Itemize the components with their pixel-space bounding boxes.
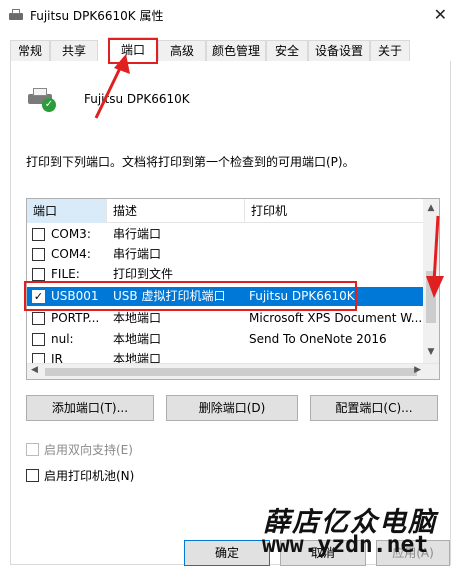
bidirectional-label: 启用双向支持(E)	[44, 443, 133, 457]
table-row[interactable]: FILE: 打印到文件	[27, 265, 425, 284]
vertical-scrollbar[interactable]: ▲ ▼	[423, 199, 439, 363]
port-checkbox[interactable]	[32, 333, 45, 346]
scroll-thumb-horizontal[interactable]	[45, 368, 417, 376]
scroll-right-icon[interactable]: ▶	[414, 365, 421, 375]
port-checkbox[interactable]	[32, 268, 45, 281]
port-checkbox[interactable]	[32, 228, 45, 241]
tab-advanced[interactable]: 高级	[158, 40, 206, 62]
tab-strip: 常规 共享 端口 高级 颜色管理 安全 设备设置 关于	[10, 37, 451, 63]
scroll-down-icon[interactable]: ▼	[423, 347, 439, 357]
tab-device-settings[interactable]: 设备设置	[308, 40, 370, 62]
pooling-option[interactable]: 启用打印机池(N)	[26, 468, 226, 484]
tab-about[interactable]: 关于	[370, 40, 410, 62]
port-checkbox[interactable]	[32, 248, 45, 261]
tab-general[interactable]: 常规	[10, 40, 50, 62]
delete-port-button[interactable]: 删除端口(D)	[166, 395, 298, 421]
ports-list[interactable]: 端口 描述 打印机 COM3: 串行端口 COM4: 串行端口 FILE: 打印…	[26, 198, 440, 380]
add-port-button[interactable]: 添加端口(T)...	[26, 395, 154, 421]
close-icon[interactable]: ✕	[434, 5, 447, 24]
printer-cell: Microsoft XPS Document W...	[249, 311, 421, 325]
port-cell: PORTP...	[51, 311, 100, 325]
bidirectional-option: 启用双向支持(E)	[26, 442, 226, 458]
printer-ready-icon: ✓	[26, 86, 58, 112]
tab-security[interactable]: 安全	[266, 40, 308, 62]
port-cell: COM4:	[51, 247, 91, 261]
scroll-up-icon[interactable]: ▲	[423, 203, 439, 213]
column-header-port[interactable]: 端口	[27, 199, 107, 223]
port-checkbox[interactable]	[32, 312, 45, 325]
description-cell: 串行端口	[113, 247, 162, 261]
tab-color-management[interactable]: 颜色管理	[206, 40, 266, 62]
tab-sharing[interactable]: 共享	[50, 40, 98, 62]
table-row[interactable]: COM3: 串行端口	[27, 225, 425, 244]
table-row[interactable]: nul: 本地端口 Send To OneNote 2016	[27, 330, 425, 349]
configure-port-button[interactable]: 配置端口(C)...	[310, 395, 438, 421]
description-cell: 本地端口	[113, 311, 162, 325]
pooling-label: 启用打印机池(N)	[44, 469, 135, 483]
bidirectional-checkbox	[26, 443, 39, 456]
horizontal-scrollbar[interactable]: ◀ ▶	[27, 363, 439, 379]
scroll-left-icon[interactable]: ◀	[31, 365, 38, 375]
port-cell: FILE:	[51, 267, 80, 281]
port-checkbox-checked[interactable]: ✓	[32, 290, 45, 303]
port-cell: nul:	[51, 332, 74, 346]
ok-button[interactable]: 确定	[184, 540, 270, 566]
description-cell: 串行端口	[113, 227, 162, 241]
column-header-printer[interactable]: 打印机	[245, 199, 425, 223]
port-cell: COM3:	[51, 227, 91, 241]
window-title: Fujitsu DPK6610K 属性	[30, 8, 164, 23]
list-header: 端口 描述 打印机	[27, 199, 425, 223]
table-row-selected[interactable]: ✓ USB001 USB 虚拟打印机端口 Fujitsu DPK6610K	[27, 287, 425, 306]
tab-ports[interactable]: 端口	[108, 37, 158, 63]
table-row[interactable]: PORTP... 本地端口 Microsoft XPS Document W..…	[27, 309, 425, 328]
printer-icon	[8, 8, 24, 22]
printer-name: Fujitsu DPK6610K	[84, 92, 190, 106]
description-cell: 打印到文件	[113, 267, 174, 281]
description-cell: USB 虚拟打印机端口	[113, 289, 226, 303]
title-bar: Fujitsu DPK6610K 属性 ✕	[0, 0, 461, 30]
printer-cell: Fujitsu DPK6610K	[249, 289, 355, 303]
column-header-description[interactable]: 描述	[107, 199, 245, 223]
pooling-checkbox[interactable]	[26, 469, 39, 482]
instruction-text: 打印到下列端口。文档将打印到第一个检查到的可用端口(P)。	[26, 155, 355, 169]
port-cell: USB001	[51, 289, 99, 303]
table-row[interactable]: COM4: 串行端口	[27, 245, 425, 264]
printer-cell: Send To OneNote 2016	[249, 332, 387, 346]
scroll-thumb[interactable]	[426, 271, 436, 323]
description-cell: 本地端口	[113, 332, 162, 346]
watermark-url: www.yzdn.net	[262, 532, 429, 558]
